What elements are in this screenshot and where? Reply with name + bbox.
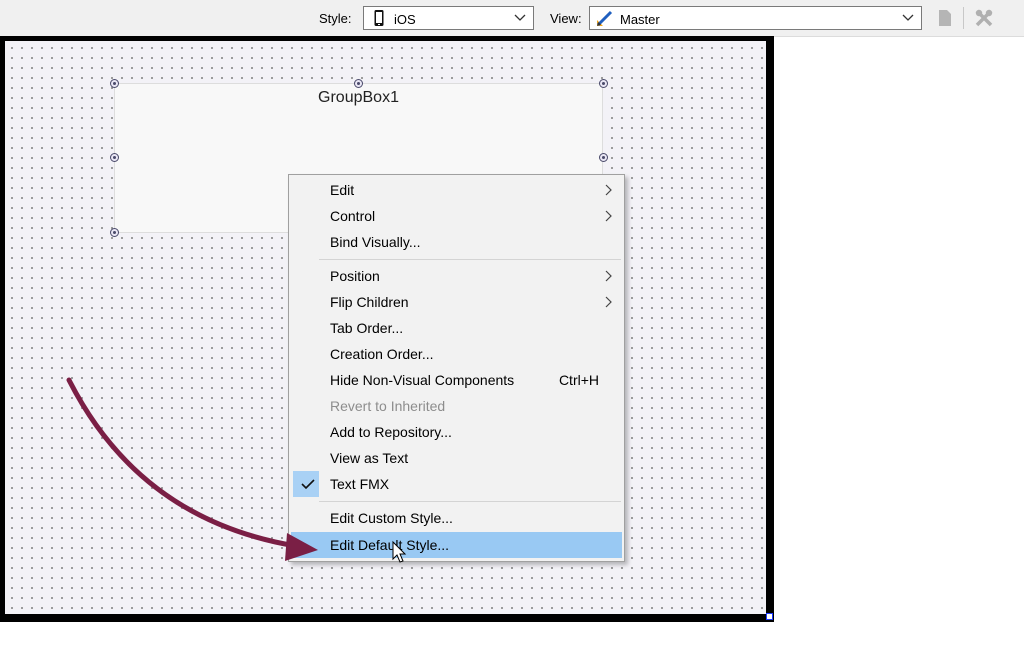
view-label: View: (550, 11, 582, 26)
menu-item-creation-order[interactable]: Creation Order... (291, 341, 622, 367)
selection-handle-bottom-left[interactable] (110, 228, 119, 237)
menu-item-label: Flip Children (330, 294, 409, 310)
menu-item-label: Control (330, 208, 376, 224)
selection-handle-left[interactable] (110, 153, 119, 162)
style-combobox[interactable]: iOS (363, 6, 534, 30)
menu-item-label: Bind Visually... (330, 234, 421, 250)
menu-item-position[interactable]: Position (291, 263, 622, 289)
menu-item-label: Revert to Inherited (330, 398, 446, 414)
menu-item-label: Text FMX (330, 476, 390, 492)
menu-item-label: Tab Order... (330, 320, 404, 336)
menu-item-label: Edit (330, 182, 355, 198)
menu-item-label: Position (330, 268, 380, 284)
menu-item-control[interactable]: Control (291, 203, 622, 229)
menu-item-view-as-text[interactable]: View as Text (291, 445, 622, 471)
chevron-right-icon (605, 270, 612, 282)
view-combobox-value: Master (620, 12, 660, 27)
menu-item-label: View as Text (330, 450, 409, 466)
chevron-right-icon (605, 210, 612, 222)
menu-item-flip-children[interactable]: Flip Children (291, 289, 622, 315)
menu-item-label: Edit Custom Style... (330, 510, 453, 526)
groupbox-title: GroupBox1 (318, 89, 399, 106)
selection-handle-right[interactable] (599, 153, 608, 162)
chevron-right-icon (605, 296, 612, 308)
selection-handle-top-left[interactable] (110, 79, 119, 88)
style-label: Style: (319, 11, 352, 26)
chevron-down-icon (902, 14, 914, 21)
menu-item-label: Hide Non-Visual Components (330, 372, 515, 388)
phone-icon (374, 10, 384, 26)
check-background (293, 471, 319, 497)
menu-separator (319, 259, 621, 260)
menu-item-label: Creation Order... (330, 346, 434, 362)
menu-separator (319, 501, 621, 502)
document-icon[interactable] (935, 8, 955, 28)
menu-item-bind-visually[interactable]: Bind Visually... (291, 229, 622, 255)
tools-icon[interactable] (974, 8, 994, 28)
chevron-down-icon (514, 14, 526, 21)
menu-item-text-fmx[interactable]: Text FMX (291, 471, 622, 497)
menu-item-shortcut: Ctrl+H (558, 372, 599, 388)
context-menu: Edit Control Bind Visually... Position F… (288, 174, 625, 562)
designer-toolbar: Style: iOS View: Master (0, 0, 1024, 37)
menu-item-edit[interactable]: Edit (291, 177, 622, 203)
toolbar-separator (963, 7, 964, 29)
menu-item-tab-order[interactable]: Tab Order... (291, 315, 622, 341)
menu-item-add-to-repository[interactable]: Add to Repository... (291, 419, 622, 445)
selection-handle-top-right[interactable] (599, 79, 608, 88)
checkmark-icon (301, 479, 315, 490)
form-resize-handle[interactable] (766, 613, 773, 620)
menu-item-edit-default-style[interactable]: Edit Default Style... (291, 532, 622, 558)
style-combobox-value: iOS (394, 12, 416, 27)
selection-handle-top[interactable] (354, 79, 363, 88)
menu-item-hide-non-visual[interactable]: Hide Non-Visual Components Ctrl+H (291, 367, 622, 393)
pencil-ruler-icon (596, 10, 613, 27)
menu-item-label: Edit Default Style... (330, 537, 450, 553)
chevron-right-icon (605, 184, 612, 196)
view-combobox[interactable]: Master (589, 6, 922, 30)
menu-item-edit-custom-style[interactable]: Edit Custom Style... (291, 505, 622, 531)
menu-item-label: Add to Repository... (330, 424, 452, 440)
menu-item-revert-to-inherited: Revert to Inherited (291, 393, 622, 419)
